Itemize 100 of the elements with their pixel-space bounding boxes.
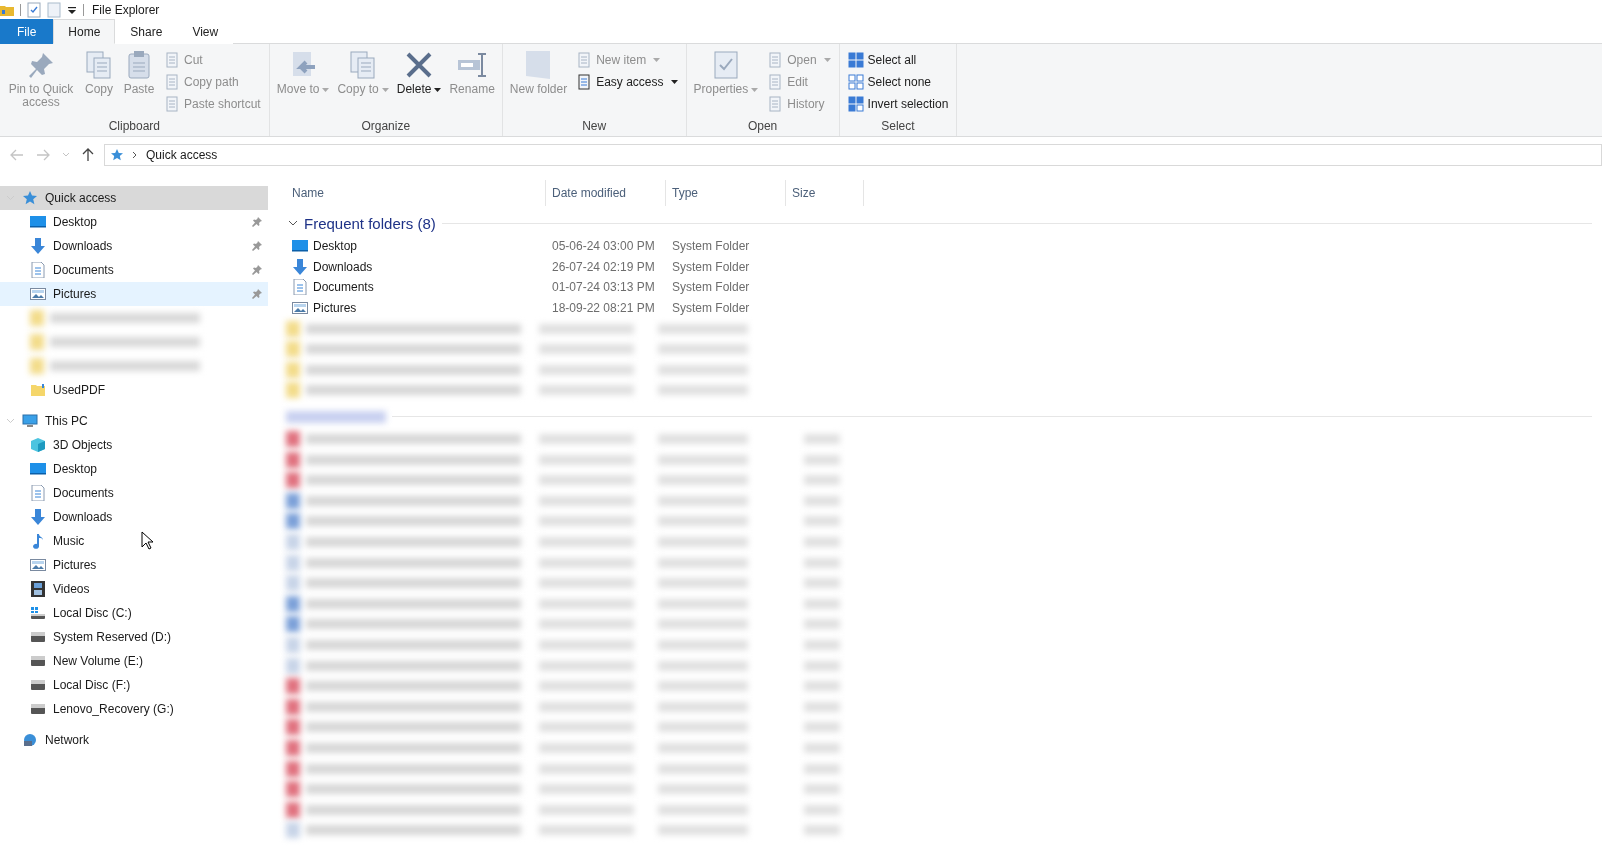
- drive-icon: [30, 701, 46, 717]
- group-label: Open: [747, 119, 778, 135]
- nav-item[interactable]: Pictures: [0, 282, 268, 306]
- table-cell-text: 05-06-24 03:00 PM: [551, 239, 656, 254]
- document-icon: [30, 485, 46, 501]
- caret-icon: [653, 57, 661, 62]
- drive-icon: [30, 605, 46, 621]
- group-label: Select: [881, 119, 915, 135]
- group-label: Clipboard: [108, 119, 161, 135]
- cube-icon: [30, 437, 46, 453]
- file-menu-tab[interactable]: File: [0, 19, 54, 44]
- drive-icon: [30, 629, 46, 645]
- group-label: New: [582, 119, 607, 135]
- nav-item[interactable]: Local Disc (C:): [0, 601, 268, 625]
- caret-icon: [434, 87, 442, 92]
- nav-item[interactable]: Network: [0, 728, 268, 752]
- down-arrow-icon: [292, 258, 308, 275]
- caret-icon: [322, 87, 330, 92]
- command-icon: [576, 51, 593, 68]
- address-bar[interactable]: Quick access: [104, 144, 1602, 166]
- breadcrumb[interactable]: Quick access: [146, 148, 218, 162]
- monitor-icon: [30, 461, 46, 477]
- picture-icon: [30, 557, 46, 573]
- chevron-down-icon[interactable]: [62, 152, 70, 158]
- group-header[interactable]: Frequent folders (8): [286, 210, 1602, 236]
- pin-icon[interactable]: [252, 217, 262, 227]
- drive-icon: [30, 653, 46, 669]
- ribbon-button[interactable]: Delete: [393, 47, 445, 119]
- table-cell-text: 18-09-22 08:21 PM: [551, 301, 656, 316]
- forward-icon[interactable]: [36, 149, 50, 161]
- window-title: File Explorer: [92, 2, 160, 17]
- nav-item[interactable]: Downloads: [0, 234, 268, 258]
- column-header[interactable]: Type: [666, 180, 786, 206]
- down-arrow-icon: [30, 238, 46, 254]
- command-icon: [847, 73, 864, 90]
- nav-item[interactable]: UsedPDF: [0, 378, 268, 402]
- command-icon: [847, 95, 864, 112]
- nav-item[interactable]: Lenovo_Recovery (G:): [0, 697, 268, 721]
- back-icon[interactable]: [10, 149, 24, 161]
- table-cell-text: 26-07-24 02:19 PM: [551, 259, 656, 274]
- dropdown-icon[interactable]: [67, 4, 77, 15]
- nav-item[interactable]: Documents: [0, 481, 268, 505]
- nav-item[interactable]: Music: [0, 529, 268, 553]
- caret-icon: [823, 57, 831, 62]
- nav-item[interactable]: Pictures: [0, 553, 268, 577]
- table-cell-text: System Folder: [671, 280, 751, 295]
- nav-item[interactable]: 3D Objects: [0, 433, 268, 457]
- picture-icon: [292, 300, 308, 317]
- column-header[interactable]: Name: [286, 180, 546, 206]
- nav-item[interactable]: Local Disc (F:): [0, 673, 268, 697]
- nav-item[interactable]: This PC: [0, 409, 268, 433]
- nav-item[interactable]: Desktop: [0, 457, 268, 481]
- command-icon: [164, 95, 180, 112]
- ribbon-button[interactable]: Select none: [843, 71, 953, 92]
- chevron-down-icon: [288, 220, 298, 226]
- pin-icon[interactable]: [252, 241, 262, 251]
- command-icon: [576, 73, 593, 90]
- nav-item[interactable]: Downloads: [0, 505, 268, 529]
- caret-icon: [670, 79, 678, 84]
- table-cell-text: System Folder: [671, 239, 751, 254]
- file-name[interactable]: Pictures: [286, 300, 546, 317]
- chevron-down-icon: [6, 418, 15, 424]
- pin-icon[interactable]: [252, 289, 262, 299]
- command-icon: [767, 95, 784, 112]
- nav-item[interactable]: Documents: [0, 258, 268, 282]
- ribbon-tab[interactable]: Home: [53, 19, 116, 44]
- group-label: Organize: [361, 119, 411, 135]
- file-name[interactable]: Downloads: [286, 258, 546, 275]
- film-icon: [30, 581, 46, 597]
- table-cell-text: System Folder: [671, 259, 751, 274]
- file-name[interactable]: Desktop: [286, 238, 546, 255]
- monitor-icon: [292, 238, 308, 255]
- network-icon: [22, 732, 38, 748]
- monitor-icon: [30, 214, 46, 230]
- properties-icon[interactable]: [27, 1, 41, 18]
- star-icon: [110, 148, 124, 162]
- command-icon: [847, 51, 864, 68]
- nav-item[interactable]: New Volume (E:): [0, 649, 268, 673]
- ribbon-button[interactable]: Easy access: [572, 71, 682, 92]
- command-icon: [164, 51, 180, 68]
- up-arrow-icon[interactable]: [82, 148, 94, 162]
- pin-icon[interactable]: [252, 265, 262, 275]
- picture-icon: [30, 286, 46, 302]
- table-cell-text: System Folder: [671, 301, 751, 316]
- nav-item[interactable]: System Reserved (D:): [0, 625, 268, 649]
- computer-icon: [22, 413, 38, 429]
- drive-icon: [30, 677, 46, 693]
- nav-item[interactable]: Videos: [0, 577, 268, 601]
- ribbon-button[interactable]: Invert selection: [843, 93, 953, 114]
- nav-item[interactable]: Desktop: [0, 210, 268, 234]
- table-cell-text: 01-07-24 03:13 PM: [551, 280, 656, 295]
- nav-item[interactable]: Quick access: [0, 186, 268, 210]
- file-name[interactable]: Documents: [286, 279, 546, 296]
- chevron-right-icon: [132, 151, 138, 159]
- ribbon-button[interactable]: Select all: [843, 49, 953, 70]
- star-icon: [22, 190, 38, 206]
- down-arrow-icon: [30, 509, 46, 525]
- column-header[interactable]: Date modified: [546, 180, 666, 206]
- column-header[interactable]: Size: [786, 180, 864, 206]
- caret-icon: [751, 87, 759, 92]
